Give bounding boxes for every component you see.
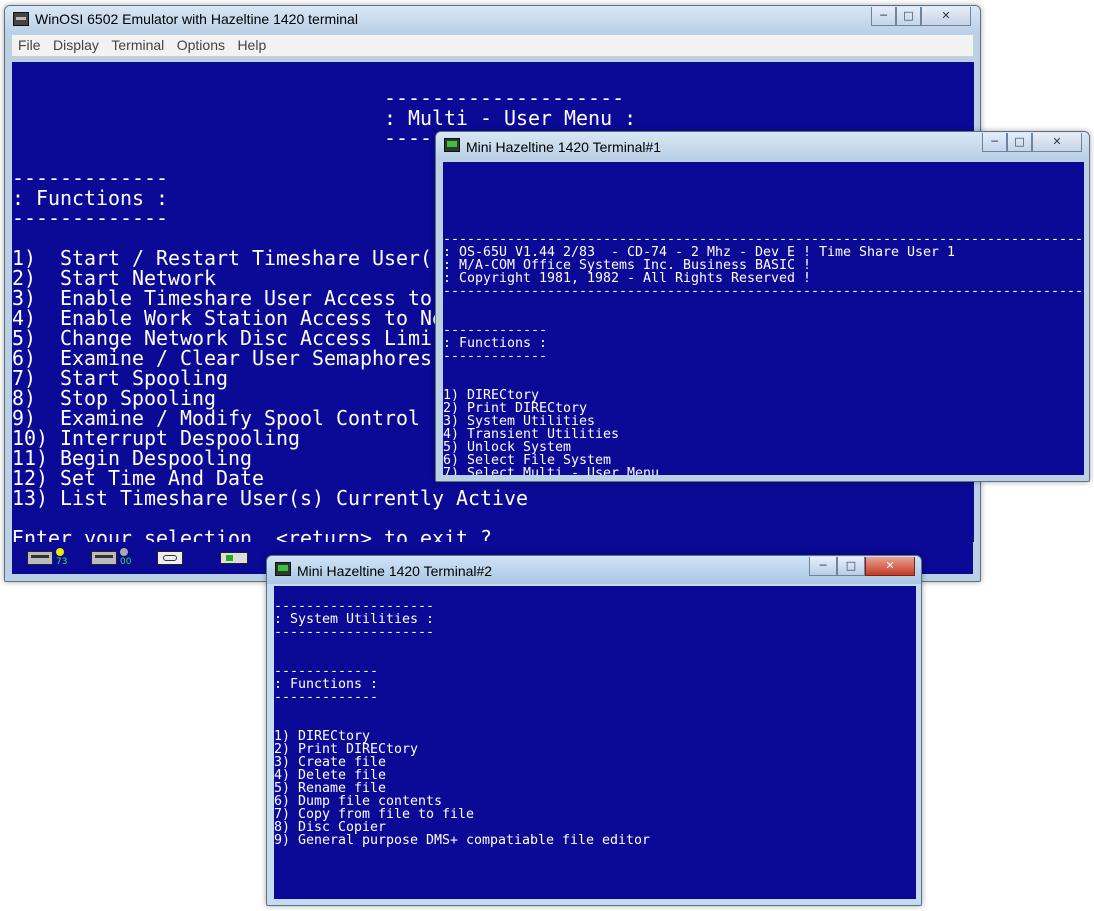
terminal1-line: 7) Select Multi - User Menu xyxy=(443,466,660,475)
menu-help[interactable]: Help xyxy=(237,35,266,56)
drive-a-counter: 73 xyxy=(56,557,68,567)
menu-terminal[interactable]: Terminal xyxy=(111,35,164,56)
network-card-icon[interactable] xyxy=(220,552,248,564)
terminal2-window[interactable]: Mini Hazeltine 1420 Terminal#2 ─ □ ✕ ---… xyxy=(266,555,922,906)
window-title: WinOSI 6502 Emulator with Hazeltine 1420… xyxy=(35,11,358,27)
terminal-icon xyxy=(275,562,291,576)
terminal2-line: -------------------- xyxy=(274,625,435,640)
menu-display[interactable]: Display xyxy=(53,35,99,56)
terminal1-screen[interactable]: ----------------------------------------… xyxy=(443,162,1084,475)
terminal1-line: ------------- xyxy=(443,349,548,364)
drive-b-counter: 00 xyxy=(120,557,132,567)
menu-file[interactable]: File xyxy=(18,35,41,56)
maximize-button[interactable]: □ xyxy=(896,7,921,26)
disk-drive-b-icon[interactable] xyxy=(91,551,117,565)
terminal2-title-bar[interactable]: Mini Hazeltine 1420 Terminal#2 ─ □ ✕ xyxy=(267,556,921,584)
terminal2-line: Enter your selection, <return> to exit ? xyxy=(274,898,594,899)
terminal1-title: Mini Hazeltine 1420 Terminal#1 xyxy=(466,139,662,155)
terminal-line: ------------- xyxy=(12,206,169,230)
terminal1-minimize-button[interactable]: ─ xyxy=(982,133,1007,152)
terminal2-close-button[interactable]: ✕ xyxy=(865,557,915,576)
terminal-line: 13) List Timeshare User(s) Currently Act… xyxy=(12,486,529,510)
terminal2-screen[interactable]: --------------------: System Utilities :… xyxy=(274,586,916,899)
main-title-bar[interactable]: WinOSI 6502 Emulator with Hazeltine 1420… xyxy=(5,6,980,34)
menu-options[interactable]: Options xyxy=(177,35,225,56)
terminal2-line: 9) General purpose DMS+ compatiable file… xyxy=(274,833,651,848)
terminal2-maximize-button[interactable]: □ xyxy=(837,557,865,576)
terminal2-title: Mini Hazeltine 1420 Terminal#2 xyxy=(297,563,493,579)
terminal2-line: ------------- xyxy=(274,690,379,705)
close-button[interactable]: ✕ xyxy=(921,7,971,26)
menu-bar: File Display Terminal Options Help xyxy=(12,35,973,57)
terminal1-line: ----------------------------------------… xyxy=(443,284,1084,299)
drive-b-led-icon xyxy=(120,548,128,556)
terminal1-title-bar[interactable]: Mini Hazeltine 1420 Terminal#1 ─ □ ✕ xyxy=(436,132,1089,160)
cassette-icon[interactable] xyxy=(157,551,183,565)
terminal2-minimize-button[interactable]: ─ xyxy=(809,557,837,576)
terminal-icon xyxy=(444,138,460,152)
disk-drive-a-icon[interactable] xyxy=(27,551,53,565)
terminal1-close-button[interactable]: ✕ xyxy=(1032,133,1082,152)
terminal-icon xyxy=(13,12,29,26)
terminal1-window[interactable]: Mini Hazeltine 1420 Terminal#1 ─ □ ✕ ---… xyxy=(435,131,1090,482)
terminal-line: Enter your selection, <return> to exit ? xyxy=(12,526,493,542)
terminal1-maximize-button[interactable]: □ xyxy=(1007,133,1032,152)
drive-a-led-icon xyxy=(56,548,64,556)
minimize-button[interactable]: ─ xyxy=(871,7,896,26)
